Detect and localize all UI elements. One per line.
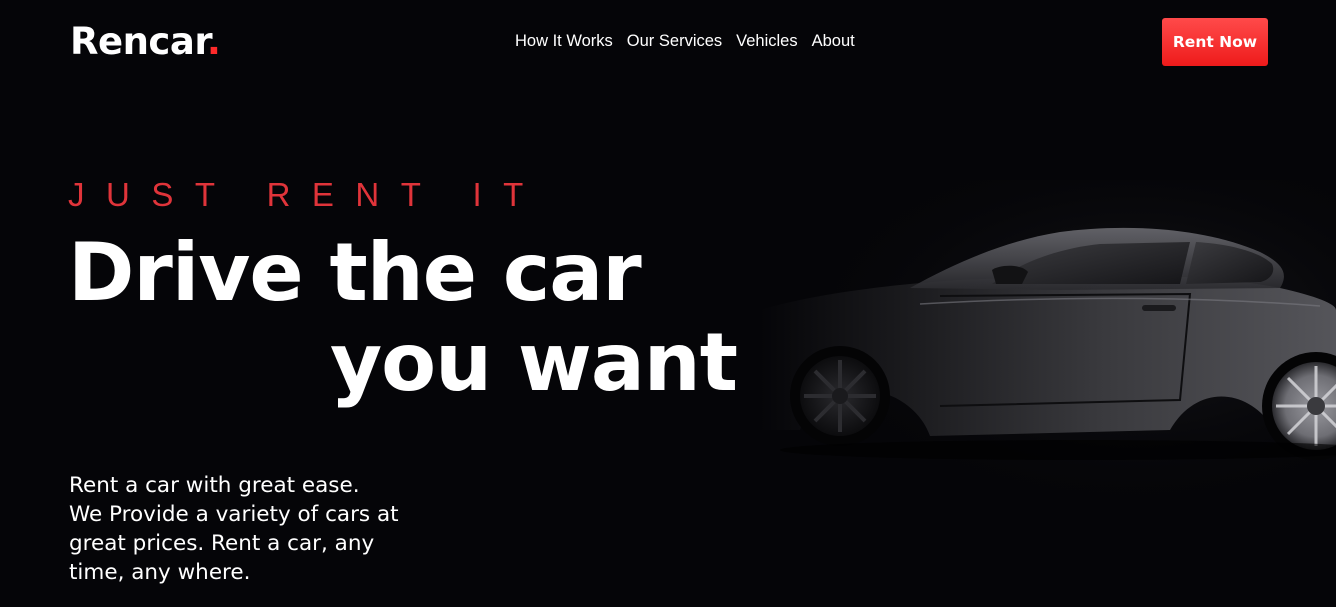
rent-now-button[interactable]: Rent Now bbox=[1162, 18, 1268, 66]
hero-headline-line-2: you want bbox=[330, 316, 738, 409]
nav-link-about[interactable]: About bbox=[812, 31, 855, 51]
landing-page: Rencar. How It Works Our Services Vehicl… bbox=[0, 0, 1336, 607]
brand-name: Rencar bbox=[70, 20, 207, 63]
hero-eyebrow: JUST RENT IT bbox=[68, 176, 545, 213]
brand-logo[interactable]: Rencar. bbox=[70, 18, 221, 66]
hero-tagline: Rent a car with great ease. We Provide a… bbox=[69, 473, 399, 585]
brand-dot: . bbox=[206, 20, 221, 63]
car-image bbox=[760, 180, 1336, 500]
nav-link-our-services[interactable]: Our Services bbox=[627, 31, 722, 51]
hero-headline-line-1: Drive the car bbox=[68, 226, 642, 319]
nav-link-how-it-works[interactable]: How It Works bbox=[515, 31, 613, 51]
nav-link-vehicles[interactable]: Vehicles bbox=[736, 31, 797, 51]
hero-headline: Drive the car you want bbox=[68, 226, 738, 409]
main-nav: How It Works Our Services Vehicles About bbox=[515, 31, 855, 51]
